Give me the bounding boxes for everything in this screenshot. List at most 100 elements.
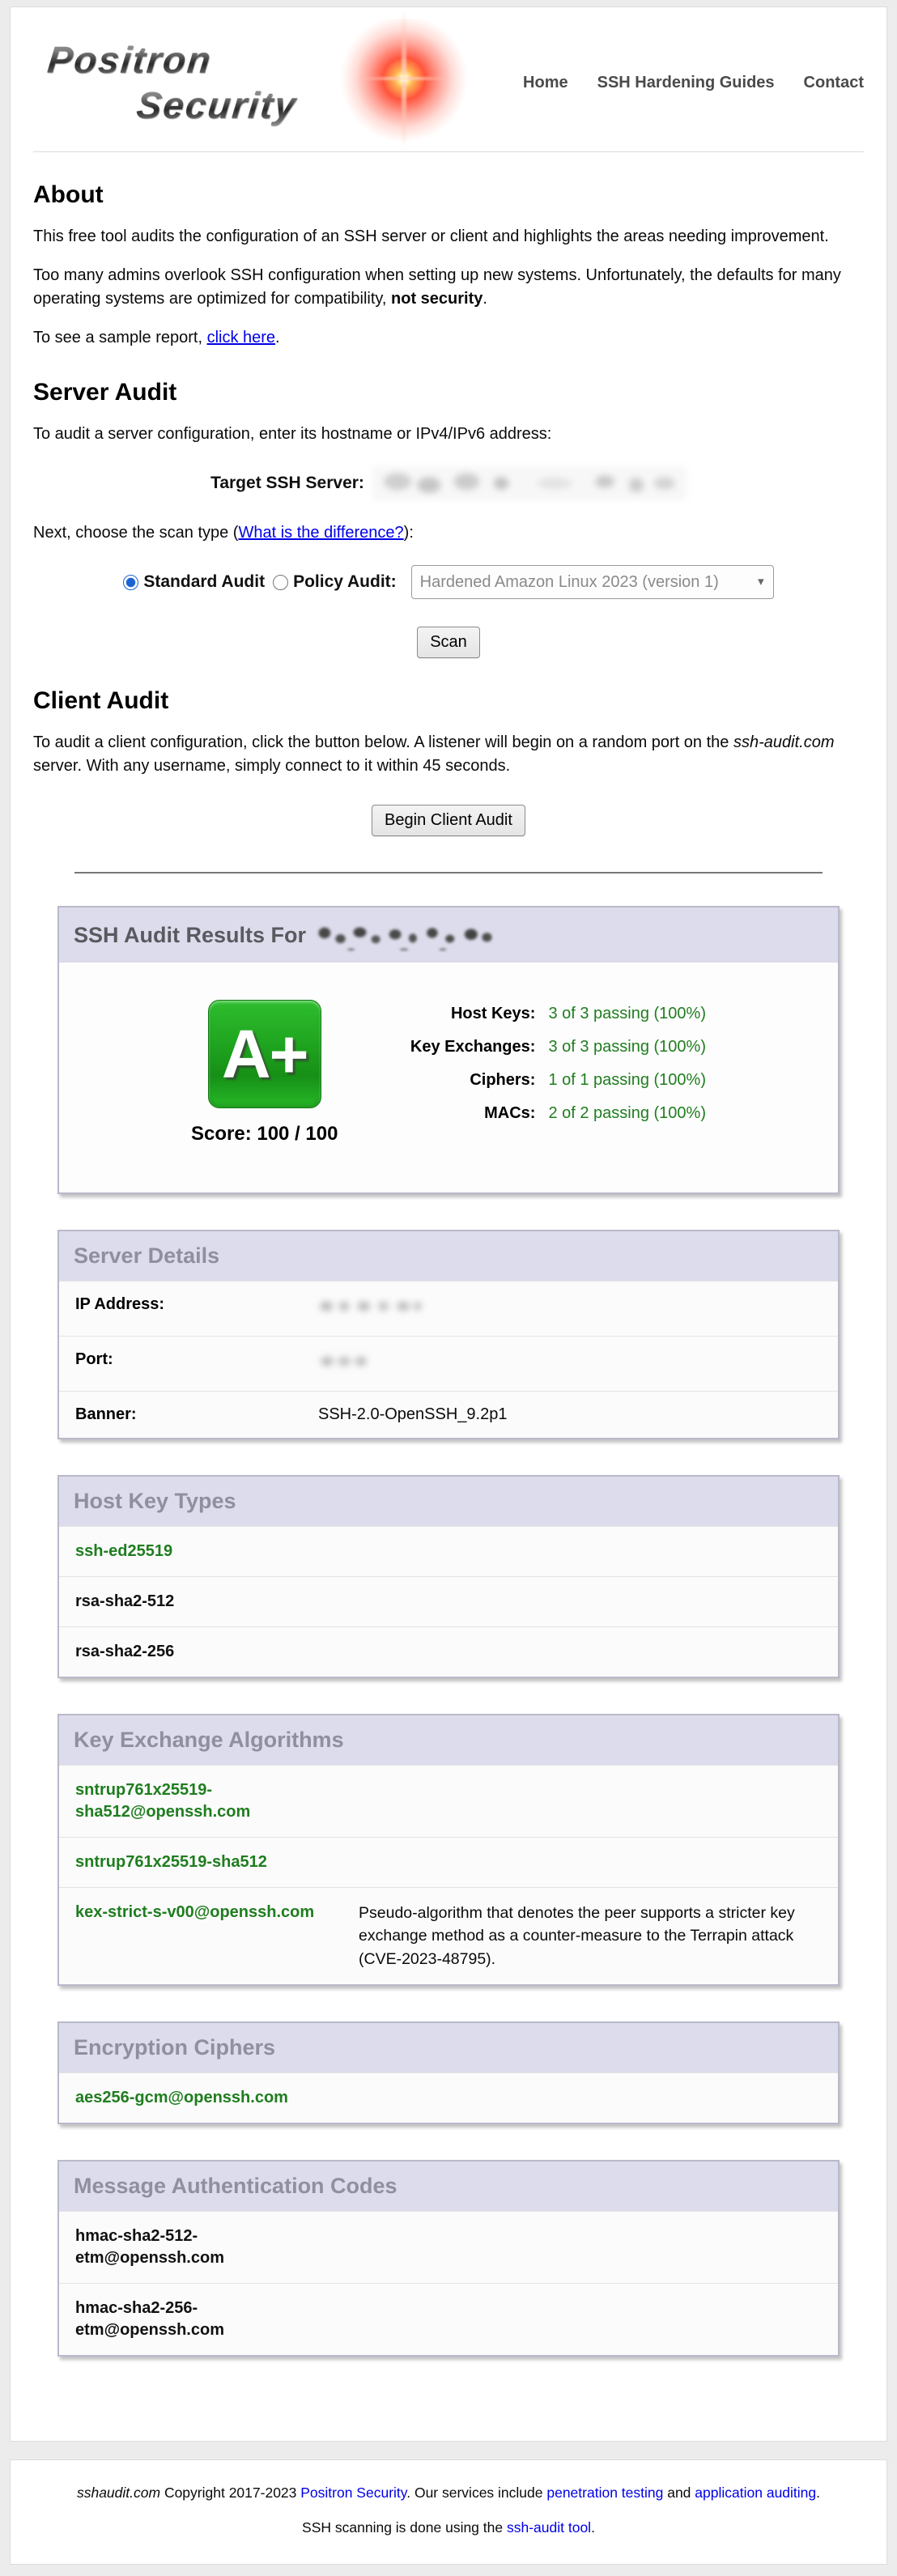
- about-paragraph-1: This free tool audits the configuration …: [33, 225, 864, 248]
- grade-column: A+ Score: 100 / 100: [191, 1000, 338, 1146]
- algorithm-note: [359, 1851, 822, 1873]
- main-nav: Home SSH Hardening Guides Contact: [523, 74, 864, 92]
- footer-link-penetration-testing[interactable]: penetration testing: [546, 2485, 663, 2501]
- footer-link-application-auditing[interactable]: application auditing: [695, 2485, 816, 2501]
- algorithm-note: [359, 1779, 822, 1823]
- scan-button[interactable]: Scan: [417, 627, 480, 658]
- client-audit-end: server. With any username, simply connec…: [33, 757, 510, 775]
- results-header-text: SSH Audit Results For: [74, 923, 306, 948]
- stat-value: 3 of 3 passing (100%): [548, 1005, 706, 1023]
- nav-link-home[interactable]: Home: [523, 74, 568, 92]
- sample-report-link[interactable]: click here: [207, 329, 275, 346]
- algorithm-name: rsa-sha2-512: [75, 1591, 359, 1613]
- algorithm-name: ssh-ed25519: [75, 1541, 359, 1562]
- host-key-types-panel: Host Key Types ssh-ed25519 rsa-sha2-512 …: [57, 1475, 840, 1678]
- table-row: sntrup761x25519-sha512@openssh.com: [59, 1765, 838, 1837]
- footer-services-text: . Our services include: [406, 2485, 546, 2501]
- about-p3-text: To see a sample report,: [33, 329, 207, 346]
- logo-text-positron: Positron: [45, 38, 214, 82]
- policy-audit-label: Policy Audit:: [293, 572, 397, 592]
- stat-value: 2 of 2 passing (100%): [548, 1104, 706, 1123]
- scan-type-paragraph: Next, choose the scan type (What is the …: [33, 521, 864, 544]
- algorithm-note: Pseudo-algorithm that denotes the peer s…: [359, 1902, 822, 1970]
- section-divider: [74, 872, 822, 874]
- stat-row-macs: MACs: 2 of 2 passing (100%): [397, 1104, 706, 1123]
- table-row-banner: Banner: SSH-2.0-OpenSSH_9.2p1: [59, 1391, 838, 1438]
- footer-line-2: SSH scanning is done using the ssh-audit…: [27, 2519, 870, 2536]
- algorithm-note: [359, 2087, 822, 2109]
- about-p2-end: .: [483, 290, 487, 308]
- about-title: About: [33, 181, 864, 209]
- nav-link-ssh-hardening-guides[interactable]: SSH Hardening Guides: [597, 74, 775, 92]
- footer-link-ssh-audit-tool[interactable]: ssh-audit tool: [507, 2519, 591, 2536]
- footer-scanning-text: SSH scanning is done using the: [302, 2519, 507, 2536]
- client-audit-paragraph: To audit a client configuration, click t…: [33, 731, 864, 777]
- table-row: hmac-sha2-512-etm@openssh.com: [59, 2211, 838, 2283]
- algorithm-name: rsa-sha2-256: [75, 1641, 359, 1663]
- about-section: About This free tool audits the configur…: [33, 181, 864, 350]
- algorithm-note: [359, 1541, 822, 1562]
- target-server-input[interactable]: [372, 466, 687, 500]
- score-label: Score: 100 / 100: [191, 1123, 338, 1146]
- begin-client-audit-button[interactable]: Begin Client Audit: [372, 805, 525, 836]
- algorithm-name: sntrup761x25519-sha512@openssh.com: [75, 1779, 359, 1823]
- redacted-port-value: [318, 1350, 368, 1372]
- table-row: ssh-ed25519: [59, 1526, 838, 1576]
- site-header: Positron Security Home SSH Hardening Gui…: [33, 27, 864, 138]
- port-label: Port:: [75, 1350, 318, 1377]
- algorithm-note: [359, 2225, 822, 2269]
- server-audit-intro: To audit a server configuration, enter i…: [33, 423, 864, 445]
- scan-type-end: ):: [404, 524, 414, 542]
- encryption-ciphers-header: Encryption Ciphers: [59, 2023, 838, 2072]
- about-paragraph-3: To see a sample report, click here.: [33, 326, 864, 349]
- client-audit-section: Client Audit To audit a client configura…: [33, 687, 864, 836]
- policy-select-wrap: Hardened Amazon Linux 2023 (version 1) ▾: [411, 565, 774, 599]
- scan-type-controls-row: Standard Audit Policy Audit: Hardened Am…: [33, 565, 864, 599]
- begin-client-audit-row: Begin Client Audit: [33, 805, 864, 836]
- algorithm-name: sntrup761x25519-sha512: [75, 1851, 359, 1873]
- standard-audit-radio[interactable]: [123, 575, 138, 590]
- server-audit-section: Server Audit To audit a server configura…: [33, 379, 864, 659]
- stat-value: 3 of 3 passing (100%): [548, 1038, 706, 1056]
- stat-row-host-keys: Host Keys: 3 of 3 passing (100%): [397, 1005, 706, 1023]
- footer-link-positron-security[interactable]: Positron Security: [300, 2485, 406, 2501]
- stat-label: Key Exchanges:: [397, 1038, 535, 1056]
- table-row: sntrup761x25519-sha512: [59, 1837, 838, 1887]
- table-row: aes256-gcm@openssh.com: [59, 2072, 838, 2123]
- policy-audit-radio[interactable]: [273, 575, 288, 590]
- ip-address-label: IP Address:: [75, 1295, 318, 1322]
- key-exchange-panel: Key Exchange Algorithms sntrup761x25519-…: [57, 1714, 840, 1986]
- table-row: hmac-sha2-256-etm@openssh.com: [59, 2283, 838, 2355]
- about-paragraph-2: Too many admins overlook SSH configurati…: [33, 264, 864, 310]
- algorithm-name: kex-strict-s-v00@openssh.com: [75, 1902, 359, 1970]
- key-exchange-header: Key Exchange Algorithms: [59, 1715, 838, 1765]
- banner-label: Banner:: [75, 1405, 318, 1424]
- footer-line-1: sshaudit.com Copyright 2017-2023 Positro…: [27, 2485, 870, 2502]
- target-server-label: Target SSH Server:: [210, 474, 364, 493]
- server-audit-title: Server Audit: [33, 379, 864, 406]
- nav-link-contact[interactable]: Contact: [804, 74, 864, 92]
- algorithm-note: [359, 1591, 822, 1613]
- footer-copyright-text: Copyright 2017-2023: [160, 2485, 300, 2501]
- macs-header: Message Authentication Codes: [59, 2162, 838, 2211]
- footer-and-text: and: [663, 2485, 695, 2501]
- scan-type-difference-link[interactable]: What is the difference?: [238, 524, 403, 542]
- target-server-row: Target SSH Server:: [33, 466, 864, 500]
- grade-letter: A+: [222, 1015, 308, 1094]
- stat-label: MACs:: [397, 1104, 535, 1123]
- footer-period: .: [816, 2485, 820, 2501]
- algorithm-name: hmac-sha2-256-etm@openssh.com: [75, 2298, 359, 2341]
- client-audit-text: To audit a client configuration, click t…: [33, 733, 733, 751]
- stat-value: 1 of 1 passing (100%): [548, 1071, 706, 1090]
- main-content-box: Positron Security Home SSH Hardening Gui…: [10, 6, 887, 2442]
- grade-badge: A+: [208, 1000, 321, 1108]
- algorithm-note: [359, 2298, 822, 2341]
- results-stats: Host Keys: 3 of 3 passing (100%) Key Exc…: [397, 1005, 706, 1137]
- policy-select[interactable]: Hardened Amazon Linux 2023 (version 1): [411, 565, 774, 599]
- about-p3-end: .: [275, 329, 280, 346]
- algorithm-name: hmac-sha2-512-etm@openssh.com: [75, 2225, 359, 2269]
- standard-audit-option: Standard Audit: [123, 572, 265, 592]
- algorithm-note: [359, 1641, 822, 1663]
- results-panel-body: A+ Score: 100 / 100 Host Keys: 3 of 3 pa…: [59, 963, 838, 1192]
- stat-label: Host Keys:: [397, 1005, 535, 1023]
